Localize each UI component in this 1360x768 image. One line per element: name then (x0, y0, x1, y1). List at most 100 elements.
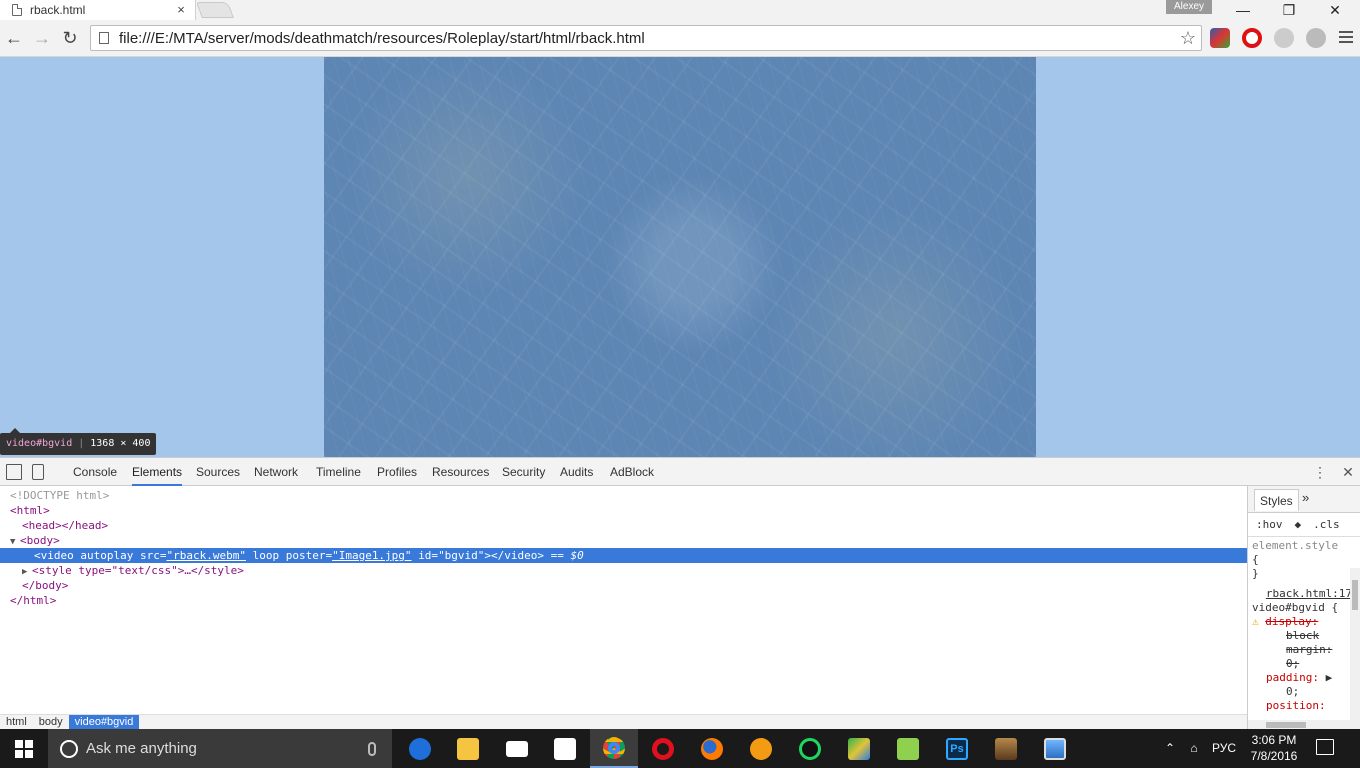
warning-icon: ⚠ (1252, 615, 1259, 628)
tab-elements[interactable]: Elements (132, 458, 183, 486)
tab-close-button[interactable]: × (173, 2, 189, 18)
taskbar-photoshop[interactable]: Ps (933, 729, 981, 768)
element-style-selector: element.style (1252, 539, 1339, 552)
cortana-search-box[interactable]: Ask me anything (48, 729, 392, 768)
inspect-element-icon[interactable] (6, 464, 22, 480)
close-window-button[interactable]: ✕ (1312, 0, 1358, 20)
start-button[interactable] (0, 729, 48, 768)
attr-poster-name: poster= (285, 549, 333, 562)
url-text[interactable]: file:///E:/MTA/server/mods/deathmatch/re… (119, 30, 1175, 47)
breadcrumb-body[interactable]: body (33, 715, 69, 730)
mail-icon (506, 740, 528, 757)
breadcrumb-video[interactable]: video#bgvid (68, 715, 140, 730)
reload-button[interactable]: ↻ (58, 26, 82, 50)
taskbar-chrome[interactable] (590, 729, 638, 768)
gear-extension-icon[interactable] (1274, 28, 1294, 48)
taskbar-firefox[interactable] (688, 729, 736, 768)
taskbar-spreadsheet[interactable] (884, 729, 932, 768)
browser-tab[interactable]: rback.html × (0, 0, 196, 20)
dom-body-close[interactable]: </body> (0, 578, 1247, 593)
new-tab-button[interactable] (196, 2, 234, 18)
spreadsheet-icon (897, 737, 919, 760)
styles-tab[interactable]: Styles (1254, 489, 1299, 511)
display-prop[interactable]: display: (1265, 615, 1318, 628)
close-brace: } (1252, 567, 1259, 580)
attr-loop: loop (252, 549, 280, 562)
attr-poster-value[interactable]: "Image1.jpg" (332, 549, 411, 562)
dom-html-close[interactable]: </html> (0, 593, 1247, 608)
devtools-panel: Console Elements Sources Network Timelin… (0, 457, 1360, 730)
taskbar-edge[interactable] (396, 729, 444, 768)
tab-security[interactable]: Security (502, 458, 545, 486)
add-rule-icon[interactable]: ◆ (1295, 513, 1302, 536)
microphone-icon[interactable] (368, 741, 376, 756)
tab-adblock[interactable]: AdBlock (610, 458, 654, 486)
source-link[interactable]: rback.html:17 (1252, 587, 1356, 601)
back-button[interactable]: ← (2, 26, 26, 50)
devtools-close-icon[interactable]: ✕ (1338, 462, 1358, 482)
dom-head[interactable]: <head></head> (0, 518, 1247, 533)
tab-resources[interactable]: Resources (432, 458, 489, 486)
tab-sources[interactable]: Sources (196, 458, 240, 486)
expand-arrow-icon[interactable]: ▶ (1326, 671, 1333, 684)
tab-profiles[interactable]: Profiles (377, 458, 417, 486)
dom-style[interactable]: ▶ <style type="text/css">…</style> (0, 563, 1247, 578)
profile-badge[interactable]: Alexey (1166, 0, 1212, 14)
maximize-button[interactable]: ❐ (1266, 0, 1312, 20)
background-video[interactable] (324, 57, 1036, 457)
edge-icon (409, 737, 431, 760)
dom-doctype[interactable]: <!DOCTYPE html> (0, 488, 1247, 503)
device-mode-icon[interactable] (32, 464, 44, 480)
tray-overflow-icon[interactable]: ⌃ (1160, 729, 1180, 768)
extension-icon[interactable] (1210, 28, 1230, 48)
language-indicator[interactable]: РУС (1208, 729, 1240, 768)
taskbar-photos[interactable] (1031, 729, 1079, 768)
forward-button[interactable]: → (30, 26, 54, 50)
minimize-button[interactable]: — (1220, 0, 1266, 20)
position-prop[interactable]: position: (1266, 699, 1326, 712)
taskbar-clock[interactable]: 3:06 PM 7/8/2016 (1244, 732, 1304, 764)
address-bar[interactable]: file:///E:/MTA/server/mods/deathmatch/re… (90, 25, 1202, 51)
taskbar-audio-app[interactable] (737, 729, 785, 768)
taskbar-game[interactable] (982, 729, 1030, 768)
taskbar-explorer[interactable] (444, 729, 492, 768)
tooltip-separator: | (78, 438, 85, 449)
opera-extension-icon[interactable] (1242, 28, 1262, 48)
cls-toggle[interactable]: .cls (1313, 513, 1340, 536)
display-value[interactable]: block (1286, 629, 1319, 642)
tab-audits[interactable]: Audits (560, 458, 593, 486)
browser-toolbar: ← → ↻ file:///E:/MTA/server/mods/deathma… (0, 20, 1360, 57)
styles-tabbar: Styles » (1248, 486, 1360, 513)
windows-logo-icon (15, 739, 33, 758)
taskbar-opera[interactable] (639, 729, 687, 768)
styles-vertical-scrollbar[interactable] (1350, 568, 1360, 730)
attr-id-value: "bgvid" (438, 549, 485, 562)
padding-value[interactable]: 0; (1286, 685, 1299, 698)
hov-toggle[interactable]: :hov (1256, 513, 1283, 536)
inspect-tooltip: video#bgvid | 1368 × 400 (0, 428, 157, 455)
tab-console[interactable]: Console (73, 458, 117, 486)
action-center-icon[interactable] (1316, 739, 1334, 755)
taskbar-green-app[interactable] (786, 729, 834, 768)
taskbar-mail[interactable] (493, 729, 541, 768)
margin-value[interactable]: 0; (1286, 657, 1299, 670)
breadcrumb-html[interactable]: html (0, 715, 33, 730)
taskbar-puzzle-app[interactable] (835, 729, 883, 768)
attr-src-value[interactable]: "rback.webm" (166, 549, 245, 562)
network-icon[interactable]: ⌂ (1183, 729, 1205, 768)
padding-prop[interactable]: padding: (1266, 671, 1319, 684)
devtools-more-icon[interactable]: ⋮ (1310, 462, 1330, 482)
green-app-icon (799, 737, 821, 760)
dom-video-selected[interactable]: <video autoplay src="rback.webm" loop po… (0, 548, 1247, 563)
styles-more-icon[interactable]: » (1302, 490, 1309, 505)
tab-network[interactable]: Network (254, 458, 298, 486)
dom-html[interactable]: <html> (0, 503, 1247, 518)
dom-body[interactable]: ▼ <body> (0, 533, 1247, 548)
bookmark-star-icon[interactable]: ☆ (1175, 28, 1201, 49)
tab-timeline[interactable]: Timeline (316, 458, 361, 486)
globe-extension-icon[interactable] (1306, 28, 1326, 48)
margin-prop[interactable]: margin: (1286, 643, 1332, 656)
page-icon (99, 32, 109, 44)
chrome-menu-icon[interactable] (1336, 28, 1356, 48)
taskbar-store[interactable] (541, 729, 589, 768)
